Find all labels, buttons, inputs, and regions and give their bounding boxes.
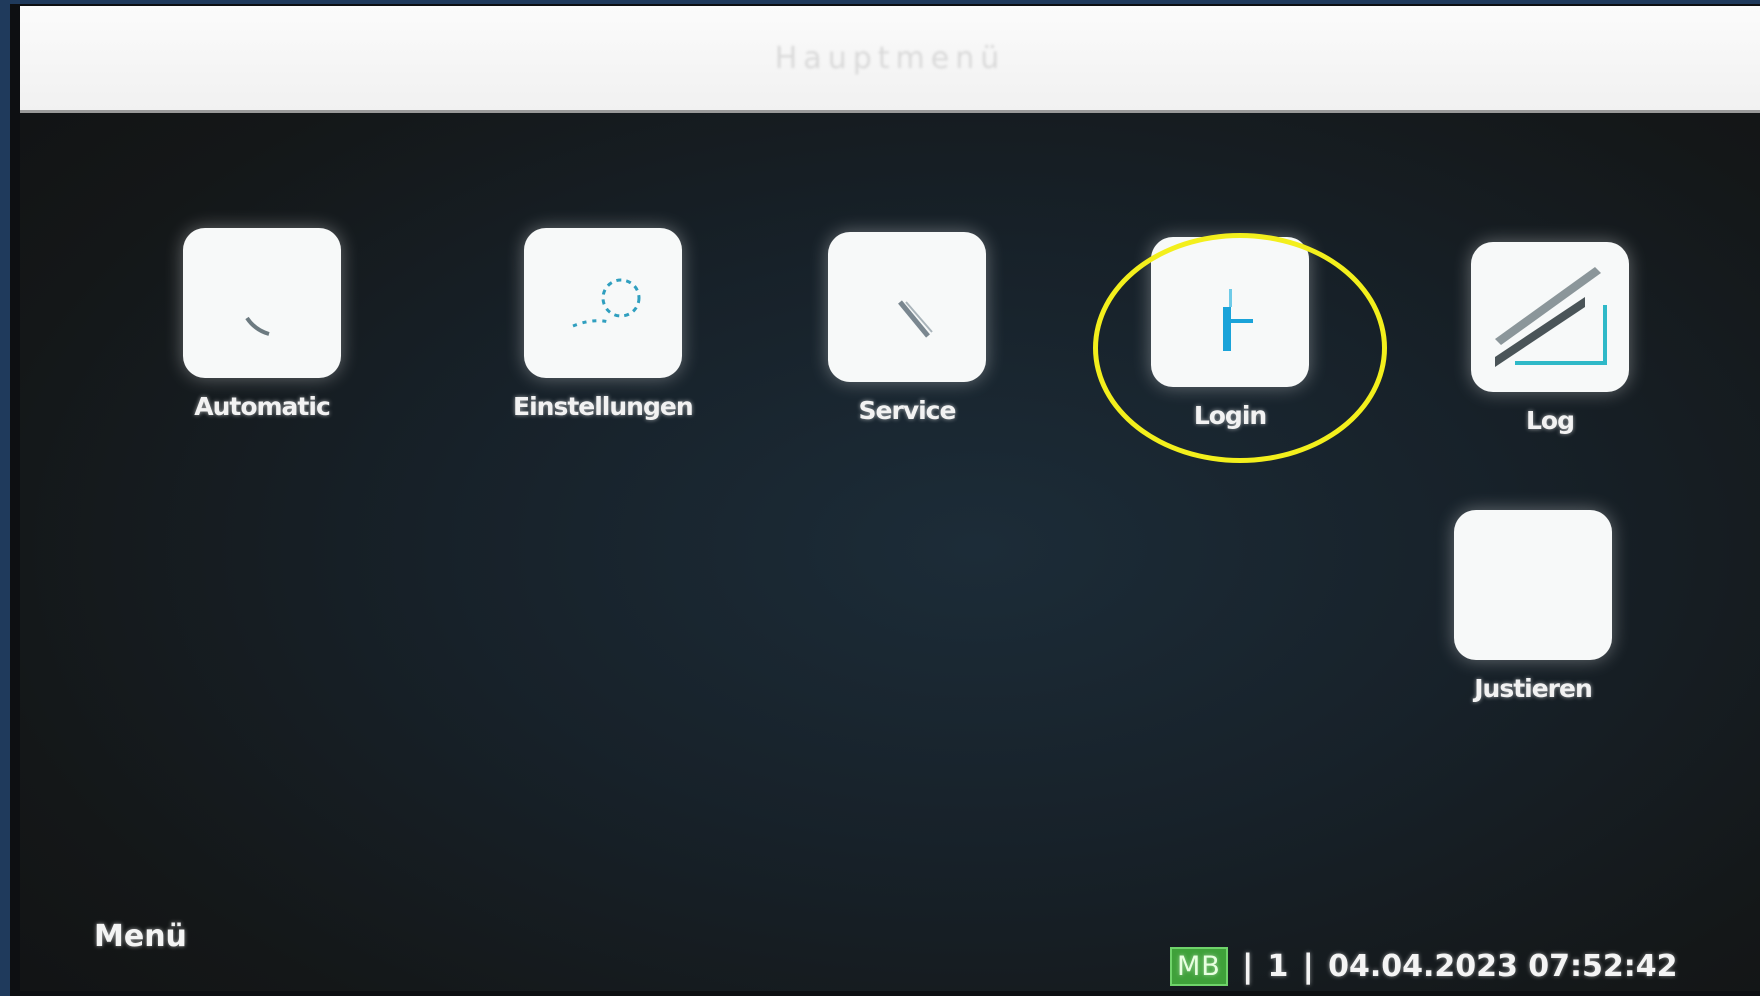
tile-justieren[interactable]: Justieren bbox=[1454, 510, 1612, 703]
logbook-icon bbox=[1495, 267, 1607, 367]
tile-log-label: Log bbox=[1525, 406, 1575, 435]
tile-automatic-button[interactable] bbox=[183, 228, 341, 378]
gauge-icon bbox=[245, 316, 270, 336]
tile-service-button[interactable] bbox=[828, 232, 986, 382]
gears-icon bbox=[572, 278, 641, 328]
user-level: 1 bbox=[1267, 948, 1289, 984]
tile-log[interactable]: Log bbox=[1471, 242, 1629, 435]
tile-service[interactable]: Service bbox=[828, 232, 986, 425]
tile-automatic[interactable]: Automatic bbox=[183, 228, 341, 421]
tile-login[interactable]: Login bbox=[1151, 237, 1309, 430]
status-separator: | bbox=[1302, 947, 1315, 985]
mode-badge: MB bbox=[1170, 946, 1228, 986]
tile-justieren-button[interactable] bbox=[1454, 510, 1612, 660]
hmi-screen: Hauptmenü Automatic Einstellungen Servic… bbox=[20, 6, 1760, 991]
title-bar: Hauptmenü bbox=[20, 6, 1760, 113]
tile-login-label: Login bbox=[1193, 401, 1267, 430]
tile-login-button[interactable] bbox=[1151, 237, 1309, 387]
tile-log-button[interactable] bbox=[1471, 242, 1629, 392]
tile-automatic-label: Automatic bbox=[194, 392, 331, 421]
tile-einstellungen-button[interactable] bbox=[523, 228, 682, 378]
datetime-display: 04.04.2023 07:52:42 bbox=[1328, 948, 1678, 984]
key-icon bbox=[1223, 289, 1253, 351]
tile-service-label: Service bbox=[858, 396, 957, 425]
status-bar: MB | 1 | 04.04.2023 07:52:42 bbox=[1170, 944, 1678, 988]
monitor-frame: Hauptmenü Automatic Einstellungen Servic… bbox=[10, 4, 1760, 996]
screwdriver-icon bbox=[898, 300, 933, 338]
tile-justieren-label: Justieren bbox=[1474, 674, 1593, 703]
status-separator: | bbox=[1241, 947, 1254, 985]
page-title: Hauptmenü bbox=[774, 40, 1006, 76]
tile-einstellungen-label: Einstellungen bbox=[513, 392, 694, 421]
menu-button[interactable]: Menü bbox=[94, 919, 187, 954]
tile-einstellungen[interactable]: Einstellungen bbox=[513, 228, 694, 421]
